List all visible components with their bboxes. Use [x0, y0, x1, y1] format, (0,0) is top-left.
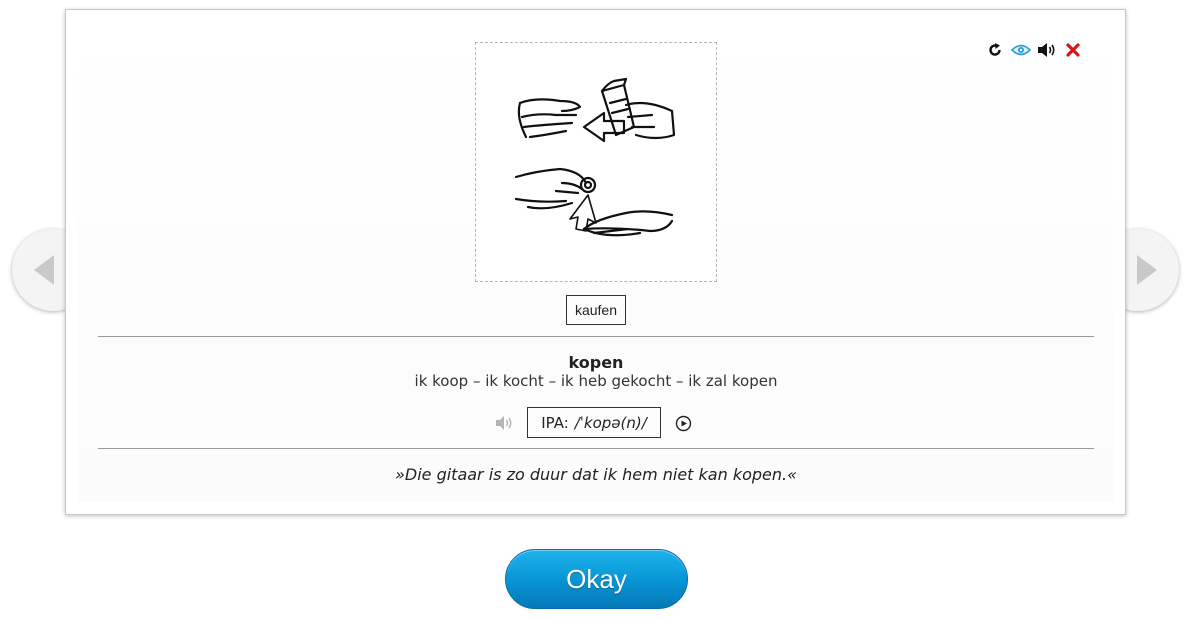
speaker-icon — [1038, 43, 1055, 57]
ipa-value: /ˈkopə(n)/ — [574, 413, 647, 432]
conjugation-line: ik koop – ik kocht – ik heb gekocht – ik… — [414, 372, 778, 390]
buying-illustration — [514, 77, 676, 237]
play-icon[interactable] — [675, 415, 692, 432]
eye-icon — [1011, 44, 1031, 56]
audio-button[interactable] — [1037, 40, 1057, 60]
source-word-label: kaufen — [566, 295, 626, 325]
show-button[interactable] — [1011, 40, 1031, 60]
example-sentence: »Die gitaar is zo duur dat ik hem niet k… — [395, 465, 797, 484]
headword: kopen — [568, 353, 624, 372]
close-icon — [1066, 43, 1080, 57]
divider-bottom — [98, 448, 1094, 449]
refresh-button[interactable] — [985, 40, 1005, 60]
ipa-prefix: IPA: — [541, 413, 569, 432]
pronunciation-speaker-icon[interactable] — [494, 414, 514, 432]
close-button[interactable] — [1063, 40, 1083, 60]
refresh-icon — [989, 43, 1001, 56]
divider-top — [98, 336, 1094, 337]
illustration-frame — [475, 42, 717, 282]
ipa-box: IPA: /ˈkopə(n)/ — [527, 407, 661, 438]
okay-button[interactable]: Okay — [505, 549, 688, 609]
card-toolbar — [985, 40, 1083, 60]
